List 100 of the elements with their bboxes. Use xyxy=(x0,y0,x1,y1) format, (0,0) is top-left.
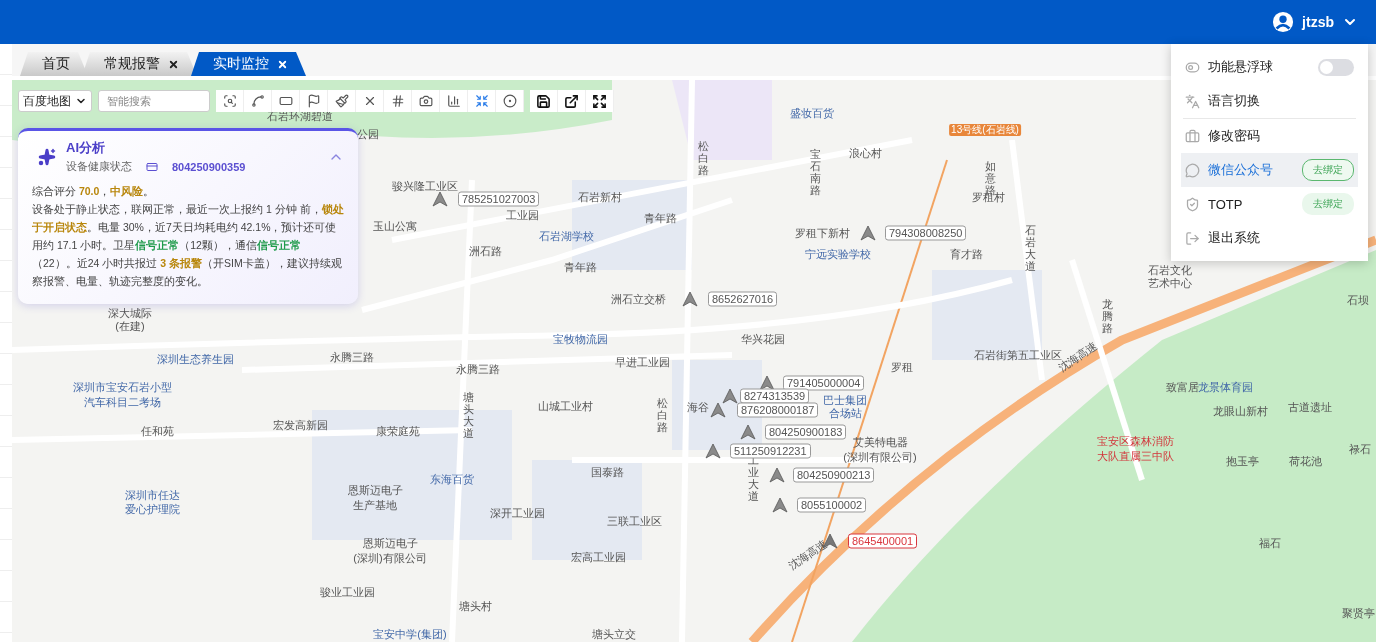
vehicle-arrow-icon[interactable] xyxy=(682,291,698,307)
road-label: 沈海高速 xyxy=(786,537,830,573)
place-label: 石岩环湖碧道 xyxy=(267,109,333,123)
road-label: 龙腾路 xyxy=(1101,297,1113,335)
menu-item-label: 语言切换 xyxy=(1208,92,1261,110)
place-label: 任和苑 xyxy=(140,424,174,438)
save-icon xyxy=(536,93,551,109)
menu-item[interactable]: 语言切换 xyxy=(1181,84,1358,118)
target-icon xyxy=(502,94,517,108)
menu-item[interactable]: TOTP 去绑定 xyxy=(1181,187,1358,221)
place-label: 山城工业村 xyxy=(537,399,593,413)
brush-icon xyxy=(334,94,349,108)
place-label: 石坝 xyxy=(1347,293,1369,307)
poi-label: 宝牧物流园 xyxy=(552,332,608,346)
place-label: 公园 xyxy=(357,127,379,141)
external-link-icon xyxy=(564,93,579,109)
grid-icon xyxy=(390,94,405,108)
zoom-box-icon xyxy=(222,94,237,108)
map-type-select[interactable]: 百度地图 xyxy=(18,90,92,112)
menu-item[interactable]: 退出系统 xyxy=(1181,221,1358,255)
road-label: 永腾三路 xyxy=(456,362,500,376)
close-icon[interactable] xyxy=(277,58,288,70)
road-label: 石岩大道 xyxy=(1024,223,1036,273)
briefcase-icon xyxy=(1185,128,1200,144)
place-label: 华兴花园 xyxy=(741,332,785,346)
place-label: 禄石 xyxy=(1349,442,1371,456)
place-label: (深圳有限公司) xyxy=(843,450,917,464)
place-label: 抱玉亭 xyxy=(1225,454,1259,468)
vehicle-arrow-icon[interactable] xyxy=(759,375,775,391)
place-label: 艺术中心 xyxy=(1148,276,1192,290)
tab[interactable]: 实时监控 xyxy=(191,52,306,76)
place-label: 三联工业区 xyxy=(606,514,662,528)
road-label: 松白路 xyxy=(656,396,668,434)
user-name[interactable]: jtzsb xyxy=(1302,14,1334,30)
menu-item[interactable]: 微信公众号 去绑定 xyxy=(1181,153,1358,187)
device-label[interactable]: 511250912231 xyxy=(730,443,811,459)
vehicle-arrow-icon[interactable] xyxy=(722,388,738,404)
user-avatar-icon[interactable] xyxy=(1272,11,1295,33)
place-label: 生产基地 xyxy=(353,498,397,512)
menu-item[interactable]: 功能悬浮球 xyxy=(1181,50,1358,84)
poi-label: 大队直属三中队 xyxy=(1096,449,1174,463)
road-label: 国泰路 xyxy=(590,465,624,479)
place-label: 宏高工业园 xyxy=(570,550,626,564)
place-label: (深圳)有限公司 xyxy=(353,551,427,565)
device-label[interactable]: 804250900213 xyxy=(793,467,875,483)
poi-label: 龙景体育园 xyxy=(1197,380,1253,394)
place-label: 恩斯迈电子 xyxy=(362,536,418,550)
polyline-icon xyxy=(250,94,265,108)
road-label: 塘头大道 xyxy=(462,390,474,440)
tab-label: 首页 xyxy=(42,55,70,73)
road-label: 青年路 xyxy=(563,260,597,274)
camera-icon xyxy=(418,94,433,108)
road-label: 宝石南路 xyxy=(809,147,821,197)
poi-label: 合场站 xyxy=(828,406,862,420)
toggle-switch[interactable] xyxy=(1318,58,1354,76)
vehicle-arrow-icon[interactable] xyxy=(432,191,448,207)
menu-item-label: 修改密码 xyxy=(1208,127,1261,145)
close-icon[interactable] xyxy=(168,58,179,70)
road-label: 青年路 xyxy=(643,211,677,225)
vehicle-arrow-icon[interactable] xyxy=(772,497,788,513)
place-label: 骏兴隆工业区 xyxy=(392,179,458,193)
vehicle-arrow-icon[interactable] xyxy=(710,402,726,418)
language-icon xyxy=(1185,93,1200,109)
road-label: 洲石路 xyxy=(468,244,502,258)
place-label: 恩斯迈电子 xyxy=(347,483,403,497)
poi-label: 深圳市任达 xyxy=(124,488,180,502)
road-label: 永腾三路 xyxy=(330,350,374,364)
search-field[interactable]: 智能搜索 xyxy=(98,90,210,112)
place-label: 工业园 xyxy=(505,208,539,222)
device-label[interactable]: 8645400001 xyxy=(848,533,918,549)
vehicle-arrow-icon[interactable] xyxy=(740,424,756,440)
place-label: 宏发高新园 xyxy=(272,418,328,432)
chat-icon xyxy=(1185,162,1200,178)
panel-title: AI分析 xyxy=(66,139,106,157)
place-label: 塘头村 xyxy=(458,599,492,613)
road-label: 育才路 xyxy=(949,247,983,261)
place-label: 洲石立交桥 xyxy=(610,292,666,306)
place-label: 龙眼山新村 xyxy=(1212,404,1268,418)
place-label: 石岩街第五工业区 xyxy=(974,348,1062,361)
poi-label: 深圳市宝安石岩小型 xyxy=(72,380,172,394)
place-label: 深开工业园 xyxy=(489,506,545,520)
menu-item[interactable]: 修改密码 xyxy=(1181,119,1358,153)
device-label[interactable]: 794308008250 xyxy=(885,225,967,241)
device-label[interactable]: 8274313539 xyxy=(740,388,810,404)
place-label: 荷花池 xyxy=(1288,454,1322,468)
poi-label: 宝安中学(集团) xyxy=(373,627,447,641)
vehicle-arrow-icon[interactable] xyxy=(705,443,721,459)
map-action-button[interactable] xyxy=(530,90,558,112)
poi-label: 石岩湖学校 xyxy=(538,229,594,243)
device-label[interactable]: 8652627016 xyxy=(708,291,778,307)
vehicle-arrow-icon[interactable] xyxy=(860,225,876,241)
device-label[interactable]: 876208000187 xyxy=(737,402,819,418)
device-label[interactable]: 785251027003 xyxy=(458,191,540,207)
poi-label: 东海百货 xyxy=(430,472,474,486)
flag-icon xyxy=(306,94,321,108)
device-label[interactable]: 791405000004 xyxy=(783,375,865,391)
device-label[interactable]: 8055100002 xyxy=(797,497,867,513)
map-tool-button[interactable] xyxy=(216,90,244,112)
vehicle-arrow-icon[interactable] xyxy=(769,467,785,483)
device-label[interactable]: 804250900183 xyxy=(765,424,847,440)
